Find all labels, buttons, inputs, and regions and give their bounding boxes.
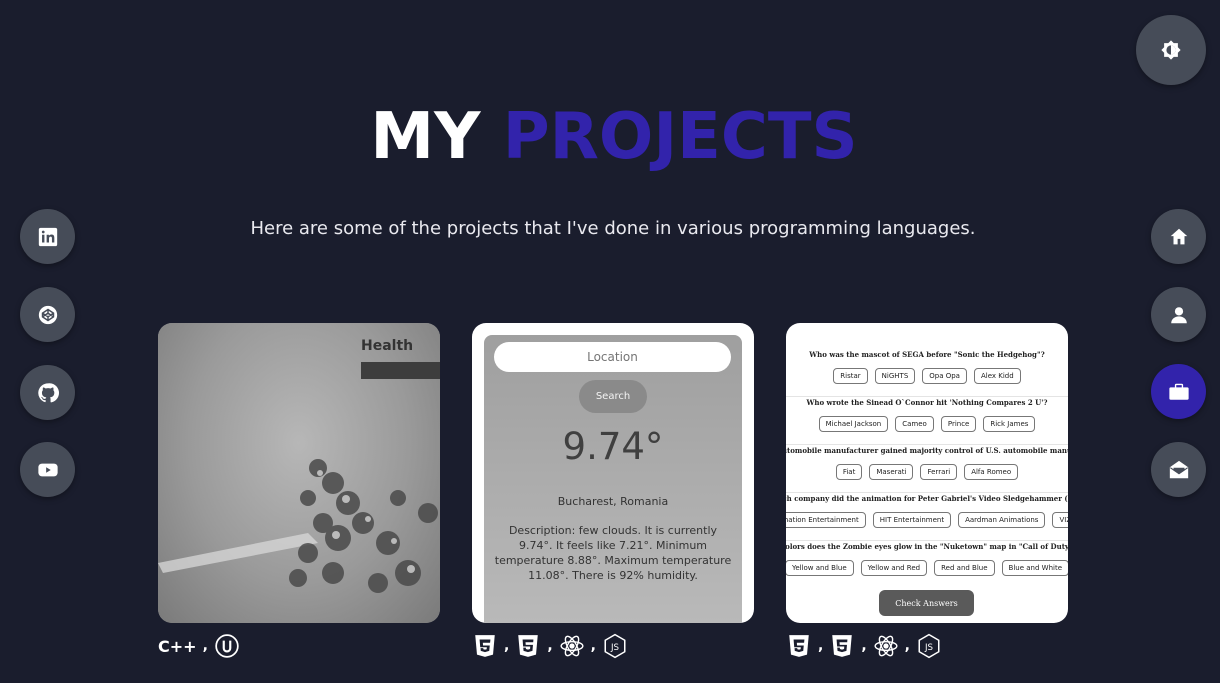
answer-option[interactable]: Prince: [940, 416, 977, 432]
cpp-tag: C++: [158, 636, 197, 656]
project-card-quiz[interactable]: Who was the mascot of SEGA before "Sonic…: [786, 323, 1068, 623]
question-text: Who was the mascot of SEGA before "Sonic…: [809, 350, 1045, 359]
react-icon: [560, 635, 584, 657]
title-accent: PROJECTS: [502, 100, 858, 174]
nav-about-button[interactable]: [1151, 287, 1206, 342]
briefcase-icon: [1168, 383, 1189, 400]
quiz-question: What colors does the Zombie eyes glow in…: [786, 541, 1068, 589]
answer-option[interactable]: Ferrari: [920, 464, 958, 480]
page-title: MY PROJECTS: [0, 100, 1220, 174]
tag-separator: ,: [202, 638, 208, 654]
react-icon: [874, 635, 898, 657]
answer-option[interactable]: Yellow and Red: [860, 560, 928, 576]
tag-separator: ,: [904, 638, 910, 654]
question-text: Which company did the animation for Pete…: [786, 494, 1068, 503]
nodejs-icon: JS: [604, 633, 626, 659]
css3-icon: [789, 635, 809, 657]
project-2-tags: , , , JS: [472, 633, 628, 659]
answer-option[interactable]: Ristar: [833, 368, 868, 384]
html5-icon: [518, 635, 539, 657]
quiz-question: Which automobile manufacturer gained maj…: [786, 445, 1068, 493]
nodejs-icon: JS: [918, 633, 940, 659]
answer-option[interactable]: Alex Kidd: [973, 368, 1021, 384]
nav-contact-button[interactable]: [1151, 442, 1206, 497]
answer-option[interactable]: Aardman Animations: [958, 512, 1046, 528]
svg-text:JS: JS: [610, 643, 620, 653]
answer-option[interactable]: Blue and White: [1001, 560, 1068, 576]
temperature-readout: 9.74°: [562, 425, 664, 468]
weather-app-screenshot: Search 9.74° Bucharest, Romania Descript…: [484, 335, 742, 623]
user-icon: [1170, 306, 1187, 323]
project-card-weather[interactable]: Search 9.74° Bucharest, Romania Descript…: [472, 323, 754, 623]
brightness-icon: [1161, 40, 1181, 60]
project-1-tags: C++ ,: [158, 633, 240, 659]
answer-option[interactable]: Fiat: [835, 464, 863, 480]
tag-separator: ,: [504, 638, 510, 654]
answer-option[interactable]: VIZ Me: [1052, 512, 1068, 528]
tag-separator: ,: [590, 638, 596, 654]
svg-text:JS: JS: [924, 643, 934, 653]
city-label: Bucharest, Romania: [557, 495, 669, 508]
youtube-link[interactable]: [20, 442, 75, 497]
answer-option[interactable]: Alfa Romeo: [964, 464, 1019, 480]
location-input[interactable]: [494, 342, 731, 372]
question-text: Who wrote the Sinead O`Connor hit 'Nothi…: [806, 398, 1048, 407]
nav-projects-button[interactable]: [1151, 364, 1206, 419]
check-answers-button[interactable]: Check Answers: [879, 590, 974, 616]
health-bar: [361, 362, 440, 379]
answer-option[interactable]: Red and Blue: [934, 560, 995, 576]
health-label: Health: [361, 338, 414, 354]
github-icon: [37, 382, 59, 402]
codepen-icon: [38, 305, 57, 324]
envelope-open-icon: [1169, 460, 1188, 478]
question-text: Which automobile manufacturer gained maj…: [786, 446, 1068, 455]
css3-icon: [475, 635, 495, 657]
tag-separator: ,: [861, 638, 867, 654]
answer-option[interactable]: Maserati: [869, 464, 914, 480]
game-screenshot: Health: [158, 323, 440, 623]
answer-option[interactable]: Opa Opa: [922, 368, 967, 384]
tag-separator: ,: [818, 638, 824, 654]
weather-description: Description: few clouds. It is currently…: [494, 524, 732, 582]
codepen-link[interactable]: [20, 287, 75, 342]
answer-option[interactable]: Cameo: [895, 416, 934, 432]
project-card-game[interactable]: Health: [158, 323, 440, 623]
quiz-app-screenshot: Who was the mascot of SEGA before "Sonic…: [786, 323, 1068, 623]
question-text: What colors does the Zombie eyes glow in…: [786, 542, 1068, 551]
quiz-question: Who wrote the Sinead O`Connor hit 'Nothi…: [786, 397, 1068, 445]
answer-option[interactable]: Michael Jackson: [818, 416, 889, 432]
answer-option[interactable]: HIT Entertainment: [872, 512, 952, 528]
tag-separator: ,: [547, 638, 553, 654]
unreal-engine-icon: [215, 634, 239, 658]
title-white: MY: [370, 100, 481, 174]
search-button[interactable]: Search: [579, 380, 647, 413]
html5-icon: [832, 635, 853, 657]
answer-option[interactable]: Rick James: [983, 416, 1036, 432]
youtube-icon: [37, 463, 58, 476]
page-subtitle: Here are some of the projects that I've …: [250, 218, 976, 239]
answer-option[interactable]: NiGHTS: [874, 368, 916, 384]
github-link[interactable]: [20, 365, 75, 420]
answer-option[interactable]: Yellow and Blue: [786, 560, 854, 576]
quiz-question: Who was the mascot of SEGA before "Sonic…: [786, 349, 1068, 397]
theme-toggle-button[interactable]: [1136, 15, 1206, 85]
quiz-question: Which company did the animation for Pete…: [786, 493, 1068, 541]
answer-option[interactable]: Animation Entertainment: [786, 512, 866, 528]
project-3-tags: , , , JS: [786, 633, 942, 659]
